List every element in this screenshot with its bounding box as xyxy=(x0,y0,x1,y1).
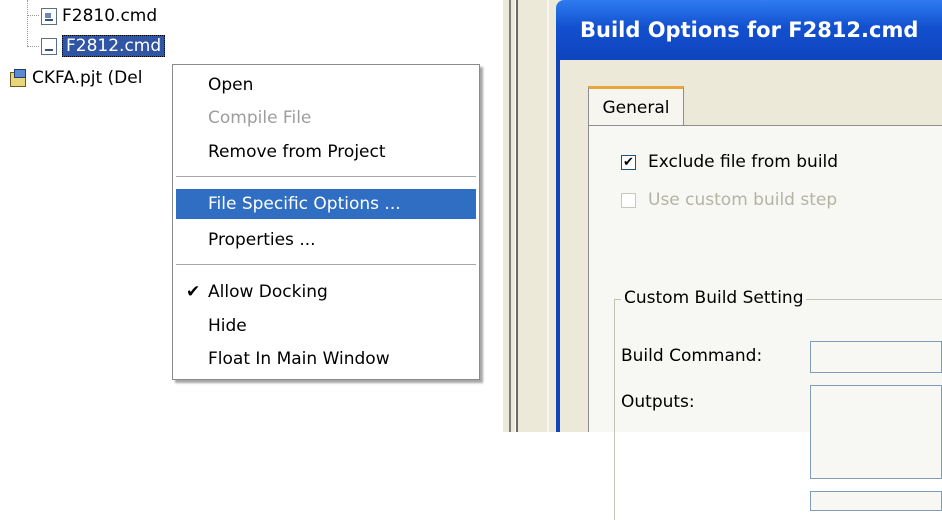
menu-item-label: Allow Docking xyxy=(208,282,328,302)
cmd-file-icon xyxy=(41,37,57,55)
menu-separator xyxy=(176,176,476,177)
exclude-file-checkbox[interactable]: ✔ Exclude file from build xyxy=(621,152,838,172)
menu-separator xyxy=(176,264,476,265)
cmd-file-icon xyxy=(41,7,57,25)
group-title: Custom Build Setting xyxy=(621,288,807,308)
custom-build-step-checkbox: Use custom build step xyxy=(621,190,837,210)
menu-item-float-in-main-window[interactable]: Float In Main Window xyxy=(176,344,476,374)
menu-item-label: Compile File xyxy=(208,108,312,128)
menu-item-remove-from-project[interactable]: Remove from Project xyxy=(176,137,476,167)
window-splitter[interactable] xyxy=(503,0,553,432)
project-icon xyxy=(8,68,28,88)
menu-item-label: Properties ... xyxy=(208,230,316,250)
outputs-textarea[interactable] xyxy=(810,385,942,479)
outputs-label: Outputs: xyxy=(621,392,695,412)
tree-connector xyxy=(27,15,39,16)
tree-item-label: CKFA.pjt (Del xyxy=(32,68,143,88)
tree-item-f2812[interactable]: F2812.cmd xyxy=(41,34,166,58)
checkbox-checked-icon: ✔ xyxy=(621,154,636,170)
menu-item-properties[interactable]: Properties ... xyxy=(176,225,476,255)
tab-label: General xyxy=(602,97,670,118)
tree-connector xyxy=(27,0,28,46)
dialog-body: General ✔ Exclude file from build Use cu… xyxy=(556,60,942,520)
build-command-input[interactable] xyxy=(810,341,942,373)
menu-item-file-specific-options[interactable]: File Specific Options ... xyxy=(176,189,476,219)
general-tab-panel: ✔ Exclude file from build Use custom bui… xyxy=(588,125,942,520)
menu-item-label: Remove from Project xyxy=(208,142,386,162)
context-menu: Open Compile File Remove from Project Fi… xyxy=(172,64,480,380)
menu-item-label: Open xyxy=(208,75,254,95)
tree-item-label: F2810.cmd xyxy=(62,6,158,26)
checkbox-unchecked-icon xyxy=(621,192,636,208)
checkmark-icon: ✔ xyxy=(623,154,634,170)
tree-item-label-selected: F2812.cmd xyxy=(62,35,166,57)
build-options-dialog: Build Options for F2812.cmd General ✔ Ex… xyxy=(553,0,942,520)
build-command-label: Build Command: xyxy=(621,346,763,366)
tab-general[interactable]: General xyxy=(588,86,684,126)
checkbox-label: Exclude file from build xyxy=(648,152,839,172)
menu-item-label: Float In Main Window xyxy=(208,349,390,369)
menu-item-hide[interactable]: Hide xyxy=(176,311,476,341)
next-field-input[interactable] xyxy=(810,491,942,511)
dialog-title: Build Options for F2812.cmd xyxy=(580,18,919,42)
menu-item-label: Hide xyxy=(208,316,247,336)
tree-connector xyxy=(27,46,39,47)
menu-item-allow-docking[interactable]: ✔ Allow Docking xyxy=(176,277,476,307)
tree-item-project[interactable]: CKFA.pjt (Del xyxy=(8,66,142,90)
tree-item-f2810[interactable]: F2810.cmd xyxy=(41,4,157,28)
dialog-titlebar[interactable]: Build Options for F2812.cmd xyxy=(556,0,942,60)
checkmark-icon: ✔ xyxy=(186,282,201,302)
menu-item-open[interactable]: Open xyxy=(176,70,476,100)
menu-item-compile-file: Compile File xyxy=(176,103,476,133)
menu-item-label: File Specific Options ... xyxy=(208,194,401,214)
checkbox-label: Use custom build step xyxy=(648,190,838,210)
